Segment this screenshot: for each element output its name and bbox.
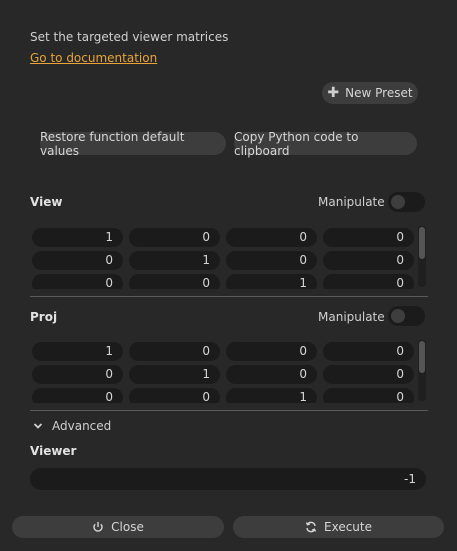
divider bbox=[30, 410, 428, 411]
view-matrix: 1 0 0 0 0 1 0 0 0 0 1 0 bbox=[30, 228, 416, 289]
refresh-icon bbox=[305, 521, 317, 533]
proj-matrix-cell[interactable]: 0 bbox=[226, 365, 317, 384]
proj-matrix-cell[interactable]: 0 bbox=[32, 388, 123, 403]
proj-matrix-cell[interactable]: 1 bbox=[129, 365, 220, 384]
toggle-knob bbox=[391, 195, 405, 209]
view-matrix-cell[interactable]: 0 bbox=[323, 251, 414, 270]
proj-matrix-cell[interactable]: 0 bbox=[129, 388, 220, 403]
copy-python-code-button[interactable]: Copy Python code to clipboard bbox=[234, 130, 417, 158]
proj-matrix-cell[interactable]: 0 bbox=[129, 342, 220, 361]
description-text: Set the targeted viewer matrices bbox=[30, 30, 229, 44]
scrollbar-thumb[interactable] bbox=[419, 227, 425, 259]
view-matrix-cell[interactable]: 0 bbox=[32, 251, 123, 270]
execute-button[interactable]: Execute bbox=[233, 516, 444, 538]
view-manipulate-label: Manipulate bbox=[318, 195, 385, 209]
view-section-title: View bbox=[30, 195, 63, 209]
close-button[interactable]: Close bbox=[12, 516, 224, 538]
view-manipulate-toggle[interactable] bbox=[388, 192, 425, 212]
proj-matrix-cell[interactable]: 0 bbox=[323, 365, 414, 384]
proj-matrix-cell[interactable]: 1 bbox=[32, 342, 123, 361]
close-label: Close bbox=[111, 520, 144, 534]
power-icon bbox=[93, 522, 103, 532]
proj-matrix-cell[interactable]: 0 bbox=[226, 342, 317, 361]
new-preset-button[interactable]: ✚ New Preset bbox=[322, 82, 418, 104]
advanced-toggle[interactable]: Advanced bbox=[33, 419, 111, 433]
proj-matrix-cell[interactable]: 0 bbox=[323, 342, 414, 361]
toggle-knob bbox=[391, 309, 405, 323]
view-matrix-cell[interactable]: 1 bbox=[226, 274, 317, 289]
execute-label: Execute bbox=[324, 520, 372, 534]
divider bbox=[30, 296, 428, 297]
view-matrix-cell[interactable]: 1 bbox=[32, 228, 123, 247]
scrollbar-thumb[interactable] bbox=[419, 341, 425, 373]
proj-manipulate-label: Manipulate bbox=[318, 310, 385, 324]
view-matrix-cell[interactable]: 0 bbox=[129, 274, 220, 289]
view-matrix-cell[interactable]: 0 bbox=[226, 228, 317, 247]
proj-matrix-cell[interactable]: 0 bbox=[323, 388, 414, 403]
viewer-input[interactable]: -1 bbox=[30, 468, 426, 490]
proj-section-title: Proj bbox=[30, 310, 58, 324]
view-matrix-cell[interactable]: 0 bbox=[226, 251, 317, 270]
viewer-section-title: Viewer bbox=[30, 444, 77, 458]
proj-matrix-cell[interactable]: 0 bbox=[32, 365, 123, 384]
view-matrix-cell[interactable]: 1 bbox=[129, 251, 220, 270]
new-preset-label: New Preset bbox=[345, 86, 413, 100]
view-matrix-cell[interactable]: 0 bbox=[32, 274, 123, 289]
proj-matrix-cell[interactable]: 1 bbox=[226, 388, 317, 403]
proj-matrix-scrollbar[interactable] bbox=[418, 340, 426, 401]
view-matrix-cell[interactable]: 0 bbox=[129, 228, 220, 247]
restore-defaults-button[interactable]: Restore function default values bbox=[40, 130, 226, 158]
proj-manipulate-toggle[interactable] bbox=[388, 306, 425, 326]
documentation-link[interactable]: Go to documentation bbox=[30, 51, 157, 65]
view-matrix-scrollbar[interactable] bbox=[418, 226, 426, 287]
advanced-label: Advanced bbox=[52, 419, 112, 433]
view-matrix-cell[interactable]: 0 bbox=[323, 228, 414, 247]
chevron-down-icon bbox=[33, 423, 43, 429]
proj-matrix: 1 0 0 0 0 1 0 0 0 0 1 0 bbox=[30, 342, 416, 403]
view-matrix-cell[interactable]: 0 bbox=[323, 274, 414, 289]
plus-icon: ✚ bbox=[327, 85, 340, 101]
